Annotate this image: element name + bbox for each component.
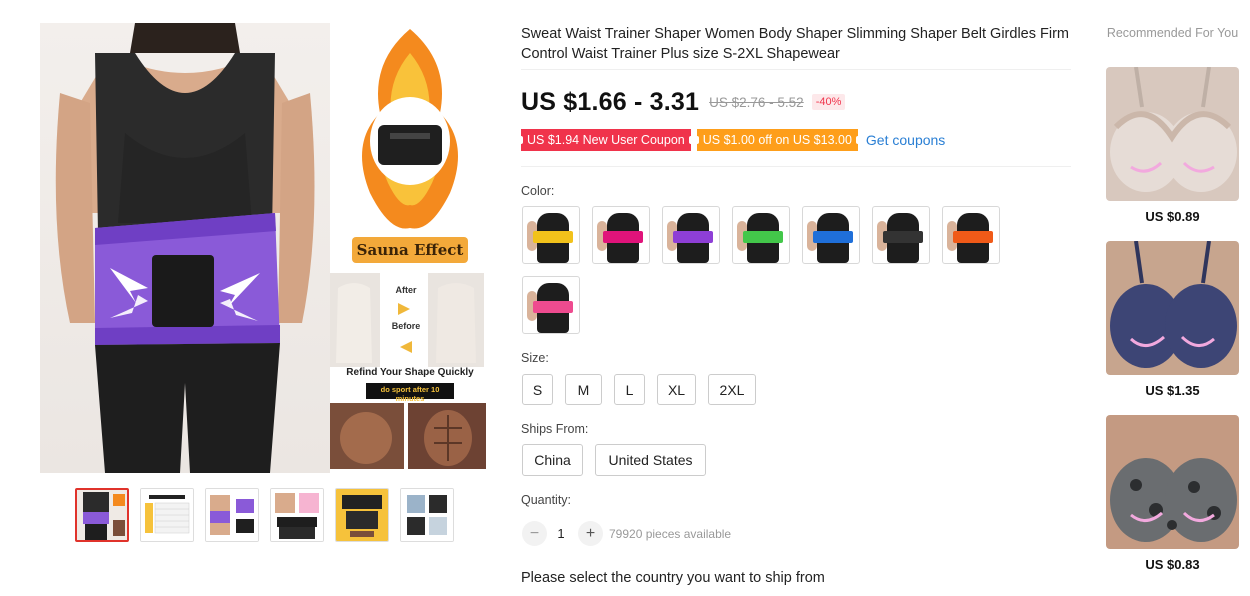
get-coupons-link[interactable]: Get coupons xyxy=(866,132,945,148)
color-swatch-4[interactable] xyxy=(732,206,790,264)
model-photo xyxy=(40,23,330,473)
recommended-item-2-image xyxy=(1106,241,1239,375)
do-sport-label: do sport after 10 minutes xyxy=(380,385,440,403)
main-product-image[interactable]: Sauna Effect After Before Refind Your Sh… xyxy=(40,23,490,473)
thumbnail-2-image xyxy=(141,489,193,541)
recommended-item-1-price: US $0.89 xyxy=(1145,209,1200,224)
swatch-belt xyxy=(813,231,853,243)
thumbnail-3[interactable] xyxy=(205,488,259,542)
stock-available: 79920 pieces available xyxy=(609,527,732,541)
recommended-title: Recommended For You xyxy=(1106,26,1239,40)
swatch-belt xyxy=(533,231,573,243)
thumbnail-3-image xyxy=(206,489,258,541)
thumbnail-1-image xyxy=(77,490,127,540)
quantity-decrease-button[interactable]: − xyxy=(522,521,547,546)
coupon-row: US $1.94 New User Coupon US $1.00 off on… xyxy=(519,129,945,151)
size-option-2xl[interactable]: 2XL xyxy=(708,374,756,405)
color-swatch-2[interactable] xyxy=(592,206,650,264)
thumbnail-4-image xyxy=(271,489,323,541)
quantity-increase-button[interactable]: + xyxy=(578,521,603,546)
refind-shape-label: Refind Your Shape Quickly xyxy=(346,367,474,378)
ships-from-china[interactable]: China xyxy=(522,444,583,476)
after-label: After xyxy=(395,285,417,295)
thumbnail-6-image xyxy=(401,489,453,541)
color-swatch-3[interactable] xyxy=(662,206,720,264)
color-swatch-8[interactable] xyxy=(522,276,580,334)
recommended-item-3[interactable] xyxy=(1106,415,1239,549)
sale-price: US $1.66 - 3.31 xyxy=(521,87,700,116)
thumbnail-5-image xyxy=(336,489,388,541)
size-option-s[interactable]: S xyxy=(522,374,553,405)
store-coupon[interactable]: US $1.00 off on US $13.00 xyxy=(694,129,861,151)
thumbnail-5[interactable] xyxy=(335,488,389,542)
size-option-m[interactable]: M xyxy=(565,374,602,405)
color-swatch-5[interactable] xyxy=(802,206,860,264)
original-price: US $2.76 - 5.52 xyxy=(709,94,804,110)
thumbnail-1[interactable] xyxy=(75,488,129,542)
ships-from-united-states[interactable]: United States xyxy=(595,444,706,476)
swatch-belt xyxy=(603,231,643,243)
discount-badge: -40% xyxy=(811,94,846,110)
recommended-item-3-image xyxy=(1106,415,1239,549)
recommended-item-3-price: US $0.83 xyxy=(1145,557,1200,572)
color-swatch-7[interactable] xyxy=(942,206,1000,264)
price-row: US $1.66 - 3.31 US $2.76 - 5.52 -40% xyxy=(521,86,846,118)
quantity-label: Quantity: xyxy=(521,493,572,507)
thumbnail-4[interactable] xyxy=(270,488,324,542)
color-label: Color: xyxy=(521,184,555,198)
before-label: Before xyxy=(391,321,421,331)
swatch-belt xyxy=(673,231,713,243)
recommended-item-2-price: US $1.35 xyxy=(1145,383,1200,398)
new-user-coupon[interactable]: US $1.94 New User Coupon xyxy=(519,129,693,151)
recommended-item-2[interactable] xyxy=(1106,241,1239,375)
divider xyxy=(521,166,1071,167)
sauna-effect-label: Sauna Effect xyxy=(356,241,464,259)
color-swatch-6[interactable] xyxy=(872,206,930,264)
thumbnail-2[interactable] xyxy=(140,488,194,542)
size-label: Size: xyxy=(521,351,549,365)
divider xyxy=(521,69,1071,70)
recommended-item-1[interactable] xyxy=(1106,67,1239,201)
swatch-belt xyxy=(953,231,993,243)
size-option-l[interactable]: L xyxy=(614,374,645,405)
swatch-belt xyxy=(743,231,783,243)
recommended-item-1-image xyxy=(1106,67,1239,201)
product-title: Sweat Waist Trainer Shaper Women Body Sh… xyxy=(521,26,1069,62)
color-swatch-1[interactable] xyxy=(522,206,580,264)
ship-country-note: Please select the country you want to sh… xyxy=(521,570,825,586)
ships-from-label: Ships From: xyxy=(521,422,589,436)
feature-collage: Sauna Effect After Before Refind Your Sh… xyxy=(328,23,490,473)
quantity-value[interactable]: 1 xyxy=(552,521,570,546)
thumbnail-6[interactable] xyxy=(400,488,454,542)
model-illustration xyxy=(55,23,315,473)
swatch-belt xyxy=(883,231,923,243)
size-option-xl[interactable]: XL xyxy=(657,374,696,405)
swatch-belt xyxy=(533,301,573,313)
